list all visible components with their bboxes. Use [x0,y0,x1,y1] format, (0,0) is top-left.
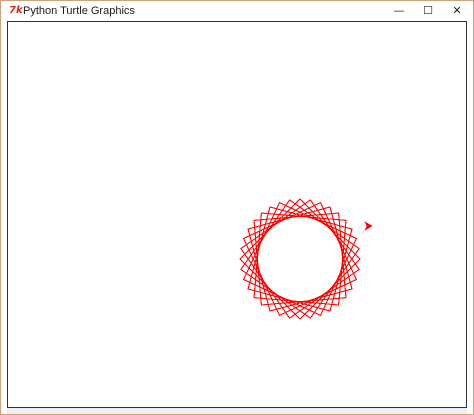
rosette-square [240,199,360,319]
rosette-square [239,198,361,320]
rosette-square [239,198,361,320]
minimize-button[interactable]: — [384,1,414,21]
rosette-square [240,199,360,319]
rosette-square [247,206,353,312]
rosette-square [239,198,361,320]
rosette-square [247,206,353,312]
rosette-drawing [239,198,361,320]
turtle-canvas[interactable] [7,21,467,408]
drawing-surface [239,198,373,320]
turtle-window: 7k Python Turtle Graphics — ☐ ✕ [0,0,474,415]
rosette-square [240,199,360,319]
window-title: Python Turtle Graphics [23,5,135,17]
close-button[interactable]: ✕ [442,1,472,21]
rosette-square [247,206,353,312]
tk-feather-icon: 7k [9,5,23,16]
rosette-square [240,199,360,319]
turtle-cursor [364,221,373,231]
rosette-square [247,206,353,312]
rosette-square [240,199,360,319]
rosette-square [240,199,360,319]
rosette-square [247,206,353,312]
rosette-square [247,206,353,312]
rosette-square [247,206,353,312]
rosette-square [240,199,360,319]
rosette-square [239,198,361,320]
maximize-button[interactable]: ☐ [413,1,443,21]
rosette-square [247,206,353,312]
rosette-square [240,199,360,319]
canvas-bottom-edge [7,408,467,414]
title-bar[interactable]: 7k Python Turtle Graphics — ☐ ✕ [1,1,473,21]
